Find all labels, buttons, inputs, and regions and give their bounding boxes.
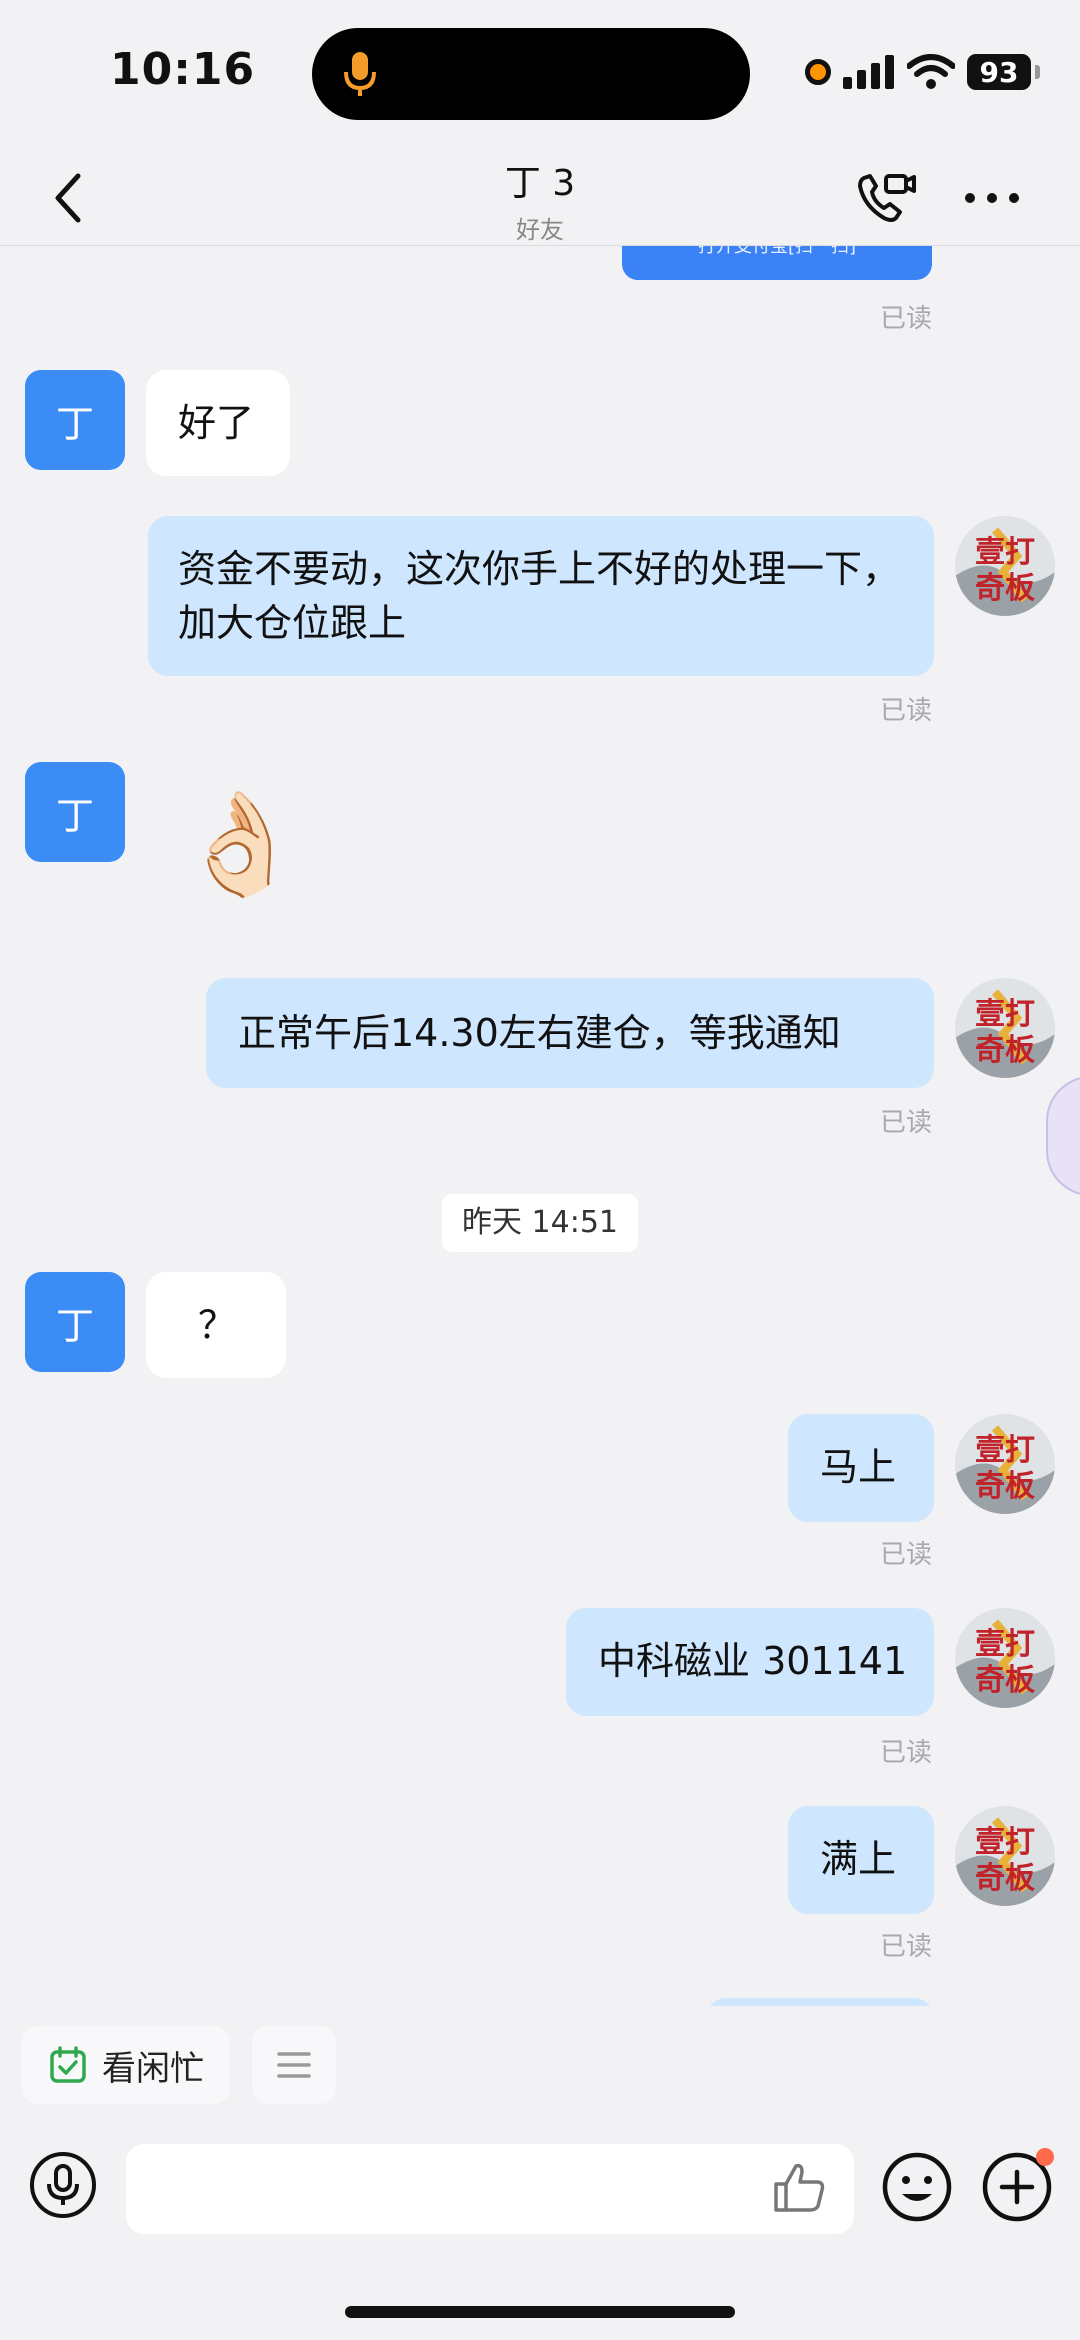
- notification-dot: [1036, 2148, 1054, 2166]
- my-avatar-image: 壹打 奇板: [955, 1414, 1055, 1514]
- my-avatar-logo-text: 壹打: [975, 1825, 1035, 1860]
- my-avatar-image: 壹打 奇板: [955, 1608, 1055, 1708]
- my-avatar[interactable]: 壹打 奇板: [955, 1414, 1055, 1514]
- menu-button[interactable]: [252, 2026, 336, 2104]
- my-avatar-image: 壹打 奇板: [955, 978, 1055, 1078]
- ok-hand-emoji[interactable]: 👌🏻: [178, 794, 303, 894]
- my-avatar[interactable]: 壹打 奇板: [955, 978, 1055, 1078]
- read-receipt: 已读: [879, 1108, 932, 1138]
- message-bubble[interactable]: 马上: [788, 1414, 934, 1522]
- contact-avatar[interactable]: 丁: [25, 1272, 125, 1372]
- read-receipt: 已读: [879, 696, 932, 726]
- thumbs-up-icon[interactable]: [770, 2158, 828, 2216]
- my-avatar-image: 壹打 奇板: [955, 1806, 1055, 1906]
- timestamp-divider: 昨天 14:51: [442, 1194, 638, 1252]
- wifi-icon: [907, 54, 955, 89]
- message-bubble[interactable]: 中科磁业 301141: [566, 1608, 934, 1716]
- menu-lines-icon: [277, 2052, 311, 2078]
- video-call-icon[interactable]: [850, 162, 920, 232]
- dynamic-island: [312, 28, 750, 120]
- calendar-check-icon: [50, 2046, 86, 2083]
- clock: 10:16: [110, 44, 256, 95]
- message-input-bar: [0, 2136, 1080, 2246]
- check-availability-label: 看闲忙: [102, 2048, 204, 2089]
- message-bubble-partial[interactable]: [706, 1998, 934, 2006]
- my-avatar-image: 壹打 奇板: [955, 516, 1055, 616]
- my-avatar-logo-text: 壹打: [975, 997, 1035, 1032]
- read-receipt: 已读: [879, 1738, 932, 1768]
- message-bubble[interactable]: 正常午后14.30左右建仓，等我通知: [206, 978, 934, 1088]
- read-receipt: 已读: [879, 1540, 932, 1570]
- privacy-indicator-icon: [805, 59, 831, 85]
- more-options-icon[interactable]: [960, 178, 1024, 218]
- read-receipt: 已读: [879, 1932, 932, 1962]
- signal-icon: [843, 55, 894, 89]
- my-avatar[interactable]: 壹打 奇板: [955, 1806, 1055, 1906]
- read-receipt: 已读: [879, 304, 932, 334]
- my-avatar-logo-text: 壹打: [975, 1433, 1035, 1468]
- payment-card[interactable]: 打开支付宝[扫一扫]: [622, 246, 932, 280]
- my-avatar[interactable]: 壹打 奇板: [955, 516, 1055, 616]
- my-avatar-logo-text: 奇板: [975, 1469, 1035, 1504]
- message-list[interactable]: 打开支付宝[扫一扫] 已读 丁 好了 资金不要动，这次你手上不好的处理一下，加大…: [0, 246, 1080, 2006]
- check-availability-button[interactable]: 看闲忙: [22, 2026, 230, 2104]
- home-indicator[interactable]: [345, 2306, 735, 2318]
- battery-cap: [1035, 65, 1040, 79]
- message-input[interactable]: [126, 2144, 854, 2234]
- floating-assistant-button[interactable]: [1046, 1076, 1080, 1196]
- contact-avatar[interactable]: 丁: [25, 762, 125, 862]
- chat-header: 丁 3 好友: [0, 150, 1080, 246]
- my-avatar-logo-text: 奇板: [975, 1663, 1035, 1698]
- contact-avatar[interactable]: 丁: [25, 370, 125, 470]
- my-avatar[interactable]: 壹打 奇板: [955, 1608, 1055, 1708]
- message-bubble[interactable]: 满上: [788, 1806, 934, 1914]
- my-avatar-logo-text: 奇板: [975, 1033, 1035, 1068]
- quick-actions: 看闲忙: [22, 2026, 336, 2104]
- message-bubble[interactable]: ？: [146, 1272, 286, 1378]
- message-bubble[interactable]: 好了: [146, 370, 290, 476]
- voice-input-icon[interactable]: [28, 2150, 98, 2220]
- message-bubble[interactable]: 资金不要动，这次你手上不好的处理一下，加大仓位跟上: [148, 516, 934, 676]
- emoji-icon[interactable]: [880, 2150, 954, 2224]
- my-avatar-logo-text: 壹打: [975, 535, 1035, 570]
- my-avatar-logo-text: 奇板: [975, 571, 1035, 606]
- microphone-icon: [344, 52, 376, 96]
- battery-icon: 93: [967, 54, 1031, 90]
- status-bar: 10:16 93: [0, 0, 1080, 150]
- my-avatar-logo-text: 壹打: [975, 1627, 1035, 1662]
- my-avatar-logo-text: 奇板: [975, 1861, 1035, 1896]
